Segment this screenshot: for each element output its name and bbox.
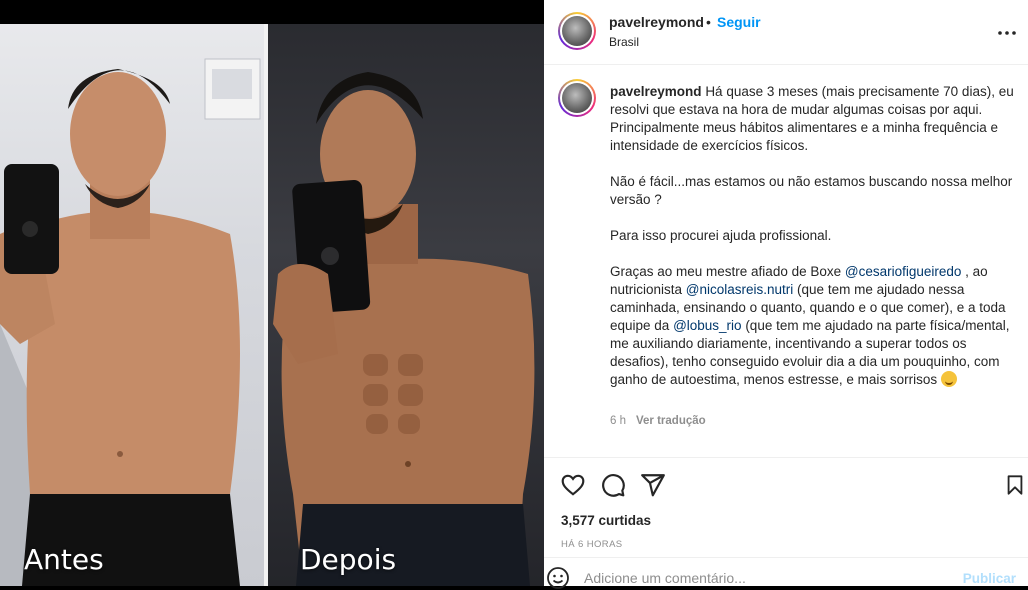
caption-section: pavelreymond Há quase 3 meses (mais prec… (544, 65, 1028, 458)
heart-icon[interactable] (560, 472, 586, 498)
after-label: Depois (300, 543, 397, 576)
mention-cesariofigueiredo[interactable]: @cesariofigueiredo (845, 264, 962, 279)
after-figure (273, 72, 535, 586)
before-photo: Antes (0, 24, 264, 586)
see-translation-button[interactable]: Ver tradução (636, 415, 706, 427)
caption-meta: 6 h Ver tradução (610, 415, 706, 427)
action-bar (544, 458, 1028, 508)
post-header: pavelreymond • Seguir Brasil (544, 0, 1028, 65)
after-photo: Depois (268, 24, 544, 586)
author-username[interactable]: pavelreymond (609, 14, 704, 30)
comment-icon[interactable] (600, 472, 626, 498)
smiley-emoji (940, 371, 957, 387)
caption-text-span: Graças ao meu mestre afiado de Boxe (610, 264, 845, 279)
caption-paragraph-3: Para isso procurei ajuda profissional. (610, 228, 832, 243)
instagram-post-modal: Antes Depois pavelreymond • Seguir Brasi… (0, 0, 1028, 590)
caption-username[interactable]: pavelreymond (610, 84, 702, 99)
before-figure (0, 58, 261, 586)
before-label: Antes (24, 543, 104, 576)
caption-text: pavelreymond Há quase 3 meses (mais prec… (610, 83, 1015, 407)
share-icon[interactable] (640, 472, 666, 498)
caption-paragraph-4: Graças ao meu mestre afiado de Boxe @ces… (610, 263, 1015, 389)
more-horizontal-icon[interactable] (998, 20, 1016, 41)
like-count[interactable]: 3,577 curtidas (561, 513, 651, 528)
emoji-icon[interactable] (546, 566, 570, 590)
bookmark-icon[interactable] (1004, 472, 1026, 498)
mention-lobus-rio[interactable]: @lobus_rio (673, 318, 742, 333)
follow-button[interactable]: Seguir (717, 14, 761, 30)
author-avatar[interactable] (558, 12, 596, 50)
publish-button[interactable]: Publicar (963, 571, 1016, 586)
photo-top-band (0, 0, 544, 24)
caption-avatar[interactable] (558, 79, 596, 117)
post-side-panel: pavelreymond • Seguir Brasil pavelreymon… (544, 0, 1028, 590)
post-image[interactable]: Antes Depois (0, 0, 544, 586)
comment-input[interactable] (584, 570, 904, 586)
comment-bar: Publicar (544, 557, 1028, 590)
header-separator: • (706, 14, 711, 30)
caption-age: 6 h (610, 415, 626, 427)
caption-paragraph-2: Não é fácil...mas estamos ou não estamos… (610, 174, 1013, 207)
mention-nicolasreis-nutri[interactable]: @nicolasreis.nutri (686, 282, 794, 297)
post-timestamp: HÁ 6 HORAS (561, 539, 623, 550)
post-location[interactable]: Brasil (609, 35, 639, 49)
